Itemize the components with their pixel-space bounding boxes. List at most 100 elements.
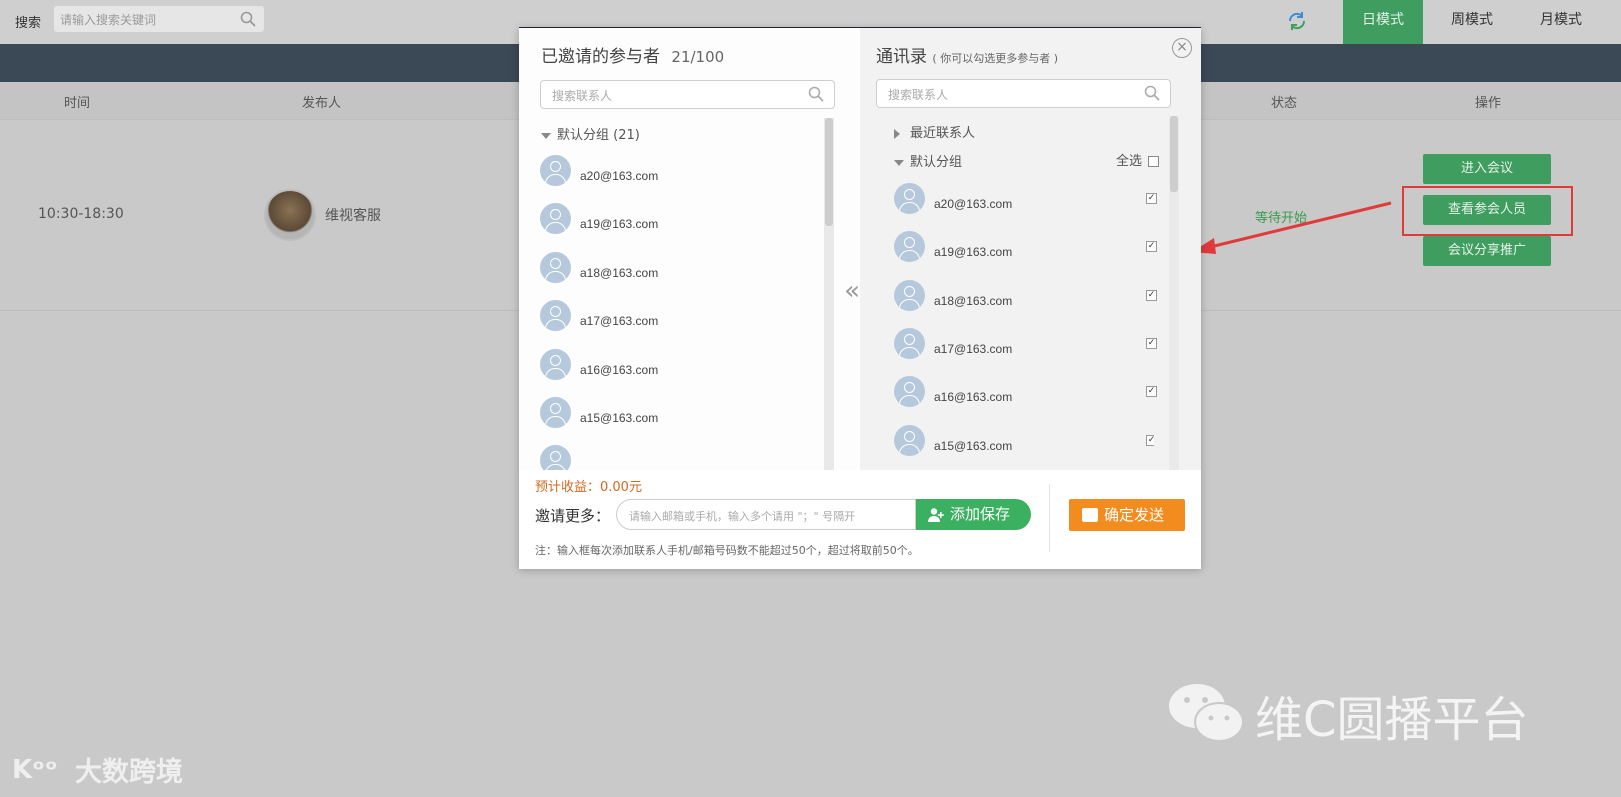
avatar-icon — [540, 300, 571, 331]
move-left-icon[interactable]: « — [833, 256, 860, 326]
contacts-search-placeholder: 搜索联系人 — [888, 88, 949, 102]
close-icon[interactable]: × — [1172, 38, 1192, 58]
invited-title: 已邀请的参与者 21/100 — [541, 42, 724, 67]
avatar-icon — [540, 203, 571, 234]
avatar-icon — [540, 155, 571, 186]
svg-text:Kᵒᵒ: Kᵒᵒ — [12, 755, 58, 784]
list-item[interactable]: a18@163.com ✓ — [894, 280, 1157, 316]
tab-month-mode[interactable]: 月模式 — [1521, 0, 1601, 44]
column-status: 状态 — [1271, 96, 1298, 111]
search-placeholder: 请输入搜索关键词 — [60, 13, 157, 27]
list-item[interactable]: a20@163.com — [540, 155, 800, 191]
list-item[interactable] — [540, 445, 800, 470]
mail-icon — [1082, 508, 1098, 522]
invited-panel: 已邀请的参与者 21/100 搜索联系人 默认分组 (21) a20@163.c… — [519, 28, 860, 470]
search-icon[interactable] — [1144, 85, 1160, 101]
add-save-label: 添加保存 — [950, 505, 1011, 523]
contact-email: a16@163.com — [934, 390, 1013, 404]
default-group-toggle[interactable]: 默认分组 — [894, 151, 962, 170]
invite-note: 注：输入框每次添加联系人手机/邮箱号码数不能超过50个，超过将取前50个。 — [535, 544, 919, 557]
contact-email: a15@163.com — [934, 439, 1013, 453]
red-arrow-icon — [1192, 201, 1392, 254]
scrollbar-thumb[interactable] — [825, 118, 833, 226]
column-publisher: 发布人 — [302, 96, 342, 111]
contact-email: a17@163.com — [934, 342, 1013, 356]
contact-email: a20@163.com — [580, 169, 659, 183]
chevron-down-icon — [541, 132, 551, 139]
tab-day-mode[interactable]: 日模式 — [1343, 0, 1423, 44]
list-item[interactable]: a17@163.com ✓ — [894, 328, 1157, 364]
avatar-icon — [894, 280, 925, 311]
estimated-income: 预计收益：0.00元 — [535, 480, 642, 495]
avatar — [264, 189, 316, 241]
recent-group-toggle[interactable]: 最近联系人 — [894, 122, 975, 141]
contact-email: a16@163.com — [580, 363, 659, 377]
scrollbar-thumb[interactable] — [1170, 116, 1178, 192]
contacts-scrollbar[interactable] — [1169, 116, 1179, 470]
invited-group-toggle[interactable]: 默认分组 (21) — [541, 124, 640, 143]
search-icon[interactable] — [808, 86, 824, 102]
column-time: 时间 — [64, 96, 91, 111]
list-item[interactable]: a20@163.com ✓ — [894, 183, 1157, 219]
publisher-name: 维视客服 — [325, 208, 381, 224]
enter-meeting-button[interactable]: 进入会议 — [1423, 154, 1551, 184]
list-item[interactable]: a15@163.com ✓ — [894, 425, 1154, 470]
list-item[interactable]: a16@163.com — [540, 349, 800, 385]
highlight-box — [1402, 186, 1573, 236]
tab-week-mode[interactable]: 周模式 — [1432, 0, 1512, 44]
invited-search-placeholder: 搜索联系人 — [552, 89, 613, 103]
avatar-icon — [894, 376, 925, 407]
invite-more-label: 邀请更多： — [535, 507, 611, 525]
invite-dialog: 已邀请的参与者 21/100 搜索联系人 默认分组 (21) a20@163.c… — [519, 27, 1201, 569]
wechat-logo-icon — [1169, 684, 1244, 742]
list-item[interactable]: a17@163.com — [540, 300, 800, 336]
avatar-icon — [894, 328, 925, 359]
contact-email: a20@163.com — [934, 197, 1013, 211]
list-item[interactable]: a15@163.com — [540, 397, 800, 433]
contact-checkbox[interactable]: ✓ — [1146, 386, 1157, 397]
contact-email: a15@163.com — [580, 411, 659, 425]
meeting-time: 10:30-18:30 — [38, 206, 124, 222]
contact-checkbox[interactable]: ✓ — [1146, 241, 1157, 252]
column-actions: 操作 — [1475, 96, 1502, 111]
contacts-title: 通讯录 ( 你可以勾选更多参与者 ) — [876, 42, 1058, 67]
contact-checkbox[interactable]: ✓ — [1146, 193, 1157, 204]
default-group-label: 默认分组 — [910, 155, 963, 170]
search-icon[interactable] — [240, 11, 256, 27]
contact-checkbox[interactable]: ✓ — [1146, 338, 1157, 349]
invited-search-input[interactable]: 搜索联系人 — [540, 80, 835, 109]
invited-title-text: 已邀请的参与者 — [541, 47, 660, 67]
contact-checkbox[interactable]: ✓ — [1146, 435, 1154, 446]
select-all[interactable]: 全选 — [1116, 150, 1160, 169]
contact-checkbox[interactable]: ✓ — [1146, 290, 1157, 301]
chevron-down-icon — [894, 159, 904, 166]
contact-email: a18@163.com — [580, 266, 659, 280]
recent-group-label: 最近联系人 — [910, 126, 976, 141]
avatar-icon — [894, 183, 925, 214]
refresh-icon[interactable] — [1286, 10, 1308, 32]
search-input[interactable]: 请输入搜索关键词 — [54, 6, 264, 32]
invite-input[interactable]: 请输入邮箱或手机，输入多个请用 "；" 号隔开 — [616, 499, 916, 530]
avatar-icon — [540, 252, 571, 283]
list-item[interactable]: a18@163.com — [540, 252, 800, 288]
select-all-checkbox[interactable] — [1148, 156, 1160, 167]
search-label: 搜索 — [15, 16, 42, 31]
watermark-corner: 大数跨境 — [75, 757, 183, 788]
list-item[interactable]: a16@163.com ✓ — [894, 376, 1157, 412]
list-item[interactable]: a19@163.com ✓ — [894, 231, 1157, 267]
contact-email: a17@163.com — [580, 314, 659, 328]
contacts-search-input[interactable]: 搜索联系人 — [876, 79, 1171, 108]
add-user-icon — [928, 508, 944, 522]
share-meeting-button[interactable]: 会议分享推广 — [1423, 236, 1551, 266]
avatar-icon — [540, 349, 571, 380]
avatar-icon — [894, 231, 925, 262]
watermark-logo-icon: Kᵒᵒ — [12, 755, 58, 784]
invited-count: 21/100 — [671, 48, 725, 66]
list-item[interactable]: a19@163.com — [540, 203, 800, 239]
add-save-button[interactable]: 添加保存 — [916, 499, 1031, 530]
invited-group-label: 默认分组 (21) — [557, 128, 640, 143]
invite-placeholder: 请输入邮箱或手机，输入多个请用 "；" 号隔开 — [629, 510, 856, 523]
confirm-send-button[interactable]: 确定发送 — [1069, 499, 1185, 531]
avatar-icon — [540, 445, 571, 470]
contact-email: a19@163.com — [580, 217, 659, 231]
